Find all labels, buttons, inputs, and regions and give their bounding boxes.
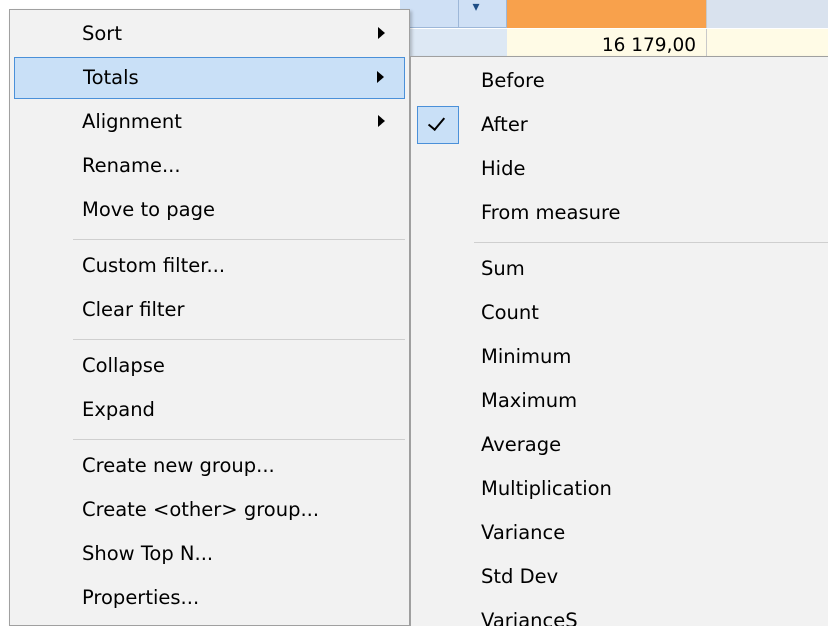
submenu-item-std-dev[interactable]: Std Dev	[415, 557, 826, 599]
menu-item-sort[interactable]: Sort	[14, 14, 405, 56]
menu-item-create-other-group[interactable]: Create <other> group...	[14, 490, 405, 532]
menu-item-label: After	[481, 113, 528, 136]
menu-item-label: Show Top N...	[82, 542, 214, 565]
menu-item-label: Collapse	[82, 354, 165, 377]
submenu-arrow-icon	[378, 115, 385, 127]
menu-item-label: Totals	[83, 66, 139, 89]
data-cell-empty[interactable]	[707, 29, 828, 59]
header-divider	[458, 0, 459, 28]
menu-item-create-new-group[interactable]: Create new group...	[14, 446, 405, 488]
menu-separator	[73, 439, 405, 440]
menu-item-label: From measure	[481, 201, 621, 224]
row-header[interactable]	[400, 29, 507, 59]
menu-item-label: Sort	[82, 22, 122, 45]
submenu-item-count[interactable]: Count	[415, 293, 826, 335]
menu-item-label: Before	[481, 69, 545, 92]
menu-item-label: Expand	[82, 398, 155, 421]
menu-item-rename[interactable]: Rename...	[14, 146, 405, 188]
menu-item-label: Std Dev	[481, 565, 559, 588]
menu-item-label: Average	[481, 433, 562, 456]
totals-submenu: Before After Hide From measure Sum Count…	[410, 56, 828, 626]
data-cell[interactable]: 16 179,00	[507, 29, 707, 59]
menu-separator	[73, 339, 405, 340]
column-header-selected[interactable]	[507, 0, 707, 28]
menu-item-label: Move to page	[82, 198, 215, 221]
menu-item-custom-filter[interactable]: Custom filter...	[14, 246, 405, 288]
submenu-arrow-icon	[377, 71, 384, 83]
menu-separator	[73, 239, 405, 240]
submenu-item-before[interactable]: Before	[415, 61, 826, 103]
menu-item-properties[interactable]: Properties...	[14, 578, 405, 620]
submenu-item-after[interactable]: After	[415, 105, 826, 147]
filter-dropdown-icon[interactable]: ▾	[466, 0, 486, 18]
menu-item-label: Rename...	[82, 154, 181, 177]
submenu-item-minimum[interactable]: Minimum	[415, 337, 826, 379]
check-indicator	[417, 106, 459, 144]
menu-item-label: Minimum	[481, 345, 572, 368]
menu-item-label: Alignment	[82, 110, 182, 133]
submenu-item-variances[interactable]: VarianceS	[415, 601, 826, 626]
menu-item-collapse[interactable]: Collapse	[14, 346, 405, 388]
submenu-arrow-icon	[378, 27, 385, 39]
menu-item-label: Custom filter...	[82, 254, 226, 277]
checkmark-icon	[427, 112, 446, 132]
menu-item-move-to-page[interactable]: Move to page	[14, 190, 405, 232]
menu-item-label: VarianceS	[481, 609, 578, 626]
menu-item-label: Create <other> group...	[82, 498, 320, 521]
menu-item-label: Multiplication	[481, 477, 612, 500]
menu-item-alignment[interactable]: Alignment	[14, 102, 405, 144]
menu-item-label: Create new group...	[82, 454, 275, 477]
menu-item-label: Hide	[481, 157, 526, 180]
submenu-item-from-measure[interactable]: From measure	[415, 193, 826, 235]
submenu-item-sum[interactable]: Sum	[415, 249, 826, 291]
menu-item-expand[interactable]: Expand	[14, 390, 405, 432]
submenu-item-variance[interactable]: Variance	[415, 513, 826, 555]
menu-item-label: Properties...	[82, 586, 200, 609]
menu-separator	[474, 242, 828, 243]
menu-item-label: Clear filter	[82, 298, 185, 321]
menu-item-label: Maximum	[481, 389, 578, 412]
column-header[interactable]	[707, 0, 828, 28]
submenu-item-average[interactable]: Average	[415, 425, 826, 467]
submenu-item-multiplication[interactable]: Multiplication	[415, 469, 826, 511]
context-menu: Sort Totals Alignment Rename... Move to …	[9, 9, 410, 626]
menu-item-show-top-n[interactable]: Show Top N...	[14, 534, 405, 576]
field-header[interactable]	[400, 0, 507, 28]
submenu-item-maximum[interactable]: Maximum	[415, 381, 826, 423]
submenu-item-hide[interactable]: Hide	[415, 149, 826, 191]
menu-item-label: Variance	[481, 521, 566, 544]
menu-item-totals[interactable]: Totals	[14, 57, 405, 99]
menu-item-clear-filter[interactable]: Clear filter	[14, 290, 405, 332]
menu-item-label: Sum	[481, 257, 525, 280]
menu-item-label: Count	[481, 301, 539, 324]
